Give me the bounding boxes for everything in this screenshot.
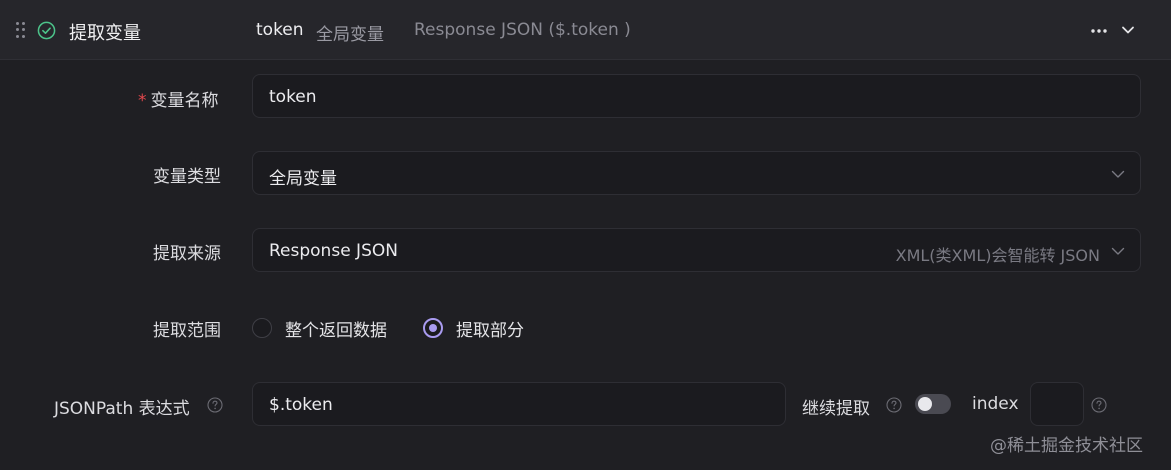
chevron-down-icon[interactable] [1120, 22, 1136, 38]
scope-radio-partial[interactable] [423, 318, 443, 338]
extract-source-value: Response JSON [269, 241, 398, 261]
variable-name-value: token [269, 87, 317, 107]
jsonpath-input[interactable]: $.token [252, 382, 786, 426]
index-label: index [972, 394, 1019, 414]
scope-option-partial-label[interactable]: 提取部分 [456, 316, 524, 341]
index-input[interactable] [1030, 382, 1084, 426]
more-horizontal-icon[interactable] [1090, 28, 1108, 34]
variable-name-input[interactable]: token [252, 74, 1141, 118]
jsonpath-label: JSONPath 表达式 [54, 399, 190, 419]
extract-scope-label: 提取范围 [153, 321, 221, 341]
jsonpath-value: $.token [269, 395, 333, 415]
summary-source: Response JSON ($.token ) [414, 20, 631, 40]
chevron-down-icon [1111, 170, 1125, 178]
watermark: @稀土掘金技术社区 [990, 436, 1143, 456]
check-circle-icon[interactable] [37, 21, 56, 40]
continue-extract-label: 继续提取 [802, 399, 870, 419]
drag-handle-icon[interactable] [16, 22, 26, 38]
summary-variable-name: token [256, 20, 304, 40]
required-mark: * [138, 91, 147, 111]
variable-type-value: 全局变量 [269, 169, 337, 189]
summary-variable-type: 全局变量 [316, 25, 384, 45]
help-icon[interactable] [1091, 397, 1107, 413]
variable-type-select[interactable]: 全局变量 [252, 151, 1141, 195]
help-icon[interactable] [886, 397, 902, 413]
variable-type-label: 变量类型 [153, 167, 221, 187]
extract-source-hint: XML(类XML)会智能转 JSON [895, 246, 1100, 265]
extract-source-select[interactable]: Response JSON XML(类XML)会智能转 JSON [252, 228, 1141, 272]
help-icon[interactable] [207, 397, 223, 413]
section-title: 提取变量 [69, 23, 141, 44]
scope-radio-whole[interactable] [252, 318, 272, 338]
variable-name-label: * 变量名称 [138, 91, 219, 111]
extract-variable-header[interactable]: 提取变量 token 全局变量 Response JSON ($.token ) [0, 0, 1171, 60]
chevron-down-icon [1111, 247, 1125, 255]
extract-source-label: 提取来源 [153, 244, 221, 264]
continue-extract-toggle[interactable] [915, 394, 951, 414]
scope-option-whole-label[interactable]: 整个返回数据 [285, 316, 387, 341]
